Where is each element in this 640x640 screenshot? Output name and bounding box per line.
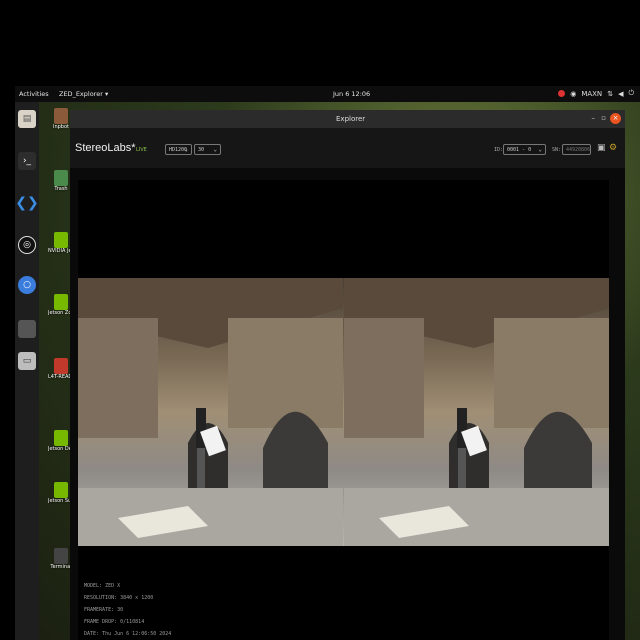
stereolabs-logo: StereoLabs*	[75, 142, 136, 154]
app-header: StereoLabs* LIVE HD1200 ⌄ 30 ⌄ ID: 0001 …	[70, 128, 625, 168]
dock: ▤ ›_ ❮❯ ◎ ○ ▭	[15, 102, 39, 640]
sn-label: SN:	[552, 147, 562, 153]
nvidia-icon	[54, 430, 68, 446]
id-label: ID:	[494, 147, 504, 153]
obs-icon[interactable]: ◎	[18, 236, 36, 254]
minimize-button[interactable]: –	[592, 114, 596, 122]
volume-icon: ◀	[618, 89, 624, 98]
stereo-image	[78, 278, 609, 546]
explorer-window: Explorer – ▫ × StereoLabs* LIVE HD1200 ⌄…	[70, 110, 625, 640]
right-scene-graphic	[343, 278, 609, 546]
power-icon: ⏻	[628, 89, 634, 97]
app-icon[interactable]	[18, 320, 36, 338]
live-badge: LIVE	[136, 147, 147, 153]
app-menu[interactable]: ZED_Explorer ▾	[59, 90, 108, 98]
close-button[interactable]: ×	[610, 113, 621, 124]
record-icon	[558, 90, 566, 97]
serial-number-value: 44920806	[566, 147, 591, 153]
info-date: DATE: Thu Jun 6 12:06:50 2024	[84, 631, 172, 637]
gnome-top-bar: Activities ZED_Explorer ▾ Jun 6 12:06 ◉ …	[15, 86, 640, 102]
drive-icon[interactable]: ▭	[18, 352, 36, 370]
desktop-screen: Activities ZED_Explorer ▾ Jun 6 12:06 ◉ …	[15, 86, 640, 640]
activities-button[interactable]: Activities	[19, 90, 49, 98]
folder-icon	[54, 358, 68, 374]
camera-viewport: MODEL: ZED X RESOLUTION: 3840 x 1200 FRA…	[78, 180, 609, 640]
terminal-icon[interactable]: ›_	[18, 152, 36, 170]
nvidia-icon	[54, 232, 68, 248]
system-tray[interactable]: ◉ MAXN ⇅ ◀ ⏻	[558, 89, 634, 98]
left-camera-view	[78, 278, 344, 546]
fps-value: 30	[198, 147, 205, 153]
maximize-button[interactable]: ▫	[601, 114, 606, 122]
chevron-down-icon: ⌄	[184, 146, 188, 153]
nvidia-icon: ◉	[570, 89, 577, 98]
network-icon: ⇅	[607, 89, 614, 98]
serial-number-field: 44920806	[562, 144, 591, 155]
fps-select[interactable]: 30 ⌄	[194, 144, 221, 155]
info-model: MODEL: ZED X	[84, 583, 121, 589]
chromium-icon[interactable]: ○	[18, 276, 36, 294]
chevron-down-icon: ⌄	[538, 146, 542, 153]
clock[interactable]: Jun 6 12:06	[333, 90, 370, 98]
nvidia-icon	[54, 294, 68, 310]
files-icon[interactable]: ▤	[18, 110, 36, 128]
left-scene-graphic	[78, 278, 343, 546]
resolution-select[interactable]: HD1200 ⌄	[165, 144, 192, 155]
window-titlebar[interactable]: Explorer – ▫ ×	[70, 110, 625, 128]
terminal-icon	[54, 548, 68, 564]
info-frame-drop: FRAME DROP: 0/110814	[84, 619, 145, 625]
camera-info-panel: MODEL: ZED X RESOLUTION: 3840 x 1200 FRA…	[84, 580, 171, 640]
chevron-down-icon: ⌄	[213, 146, 217, 153]
power-mode-label[interactable]: MAXN	[581, 90, 602, 98]
camera-id-value: 0001 - 0	[507, 147, 532, 153]
trash-icon	[54, 170, 68, 186]
refresh-icon[interactable]: ▣	[597, 143, 607, 153]
gear-icon[interactable]: ⚙	[609, 143, 619, 153]
camera-id-select[interactable]: 0001 - 0 ⌄	[503, 144, 546, 155]
window-title: Explorer	[336, 115, 366, 123]
vscode-icon[interactable]: ❮❯	[15, 194, 38, 212]
info-framerate: FRAMERATE: 30	[84, 607, 124, 613]
right-camera-view	[343, 278, 609, 546]
folder-icon	[54, 108, 68, 124]
info-resolution: RESOLUTION: 3840 x 1200	[84, 595, 154, 601]
nvidia-icon	[54, 482, 68, 498]
